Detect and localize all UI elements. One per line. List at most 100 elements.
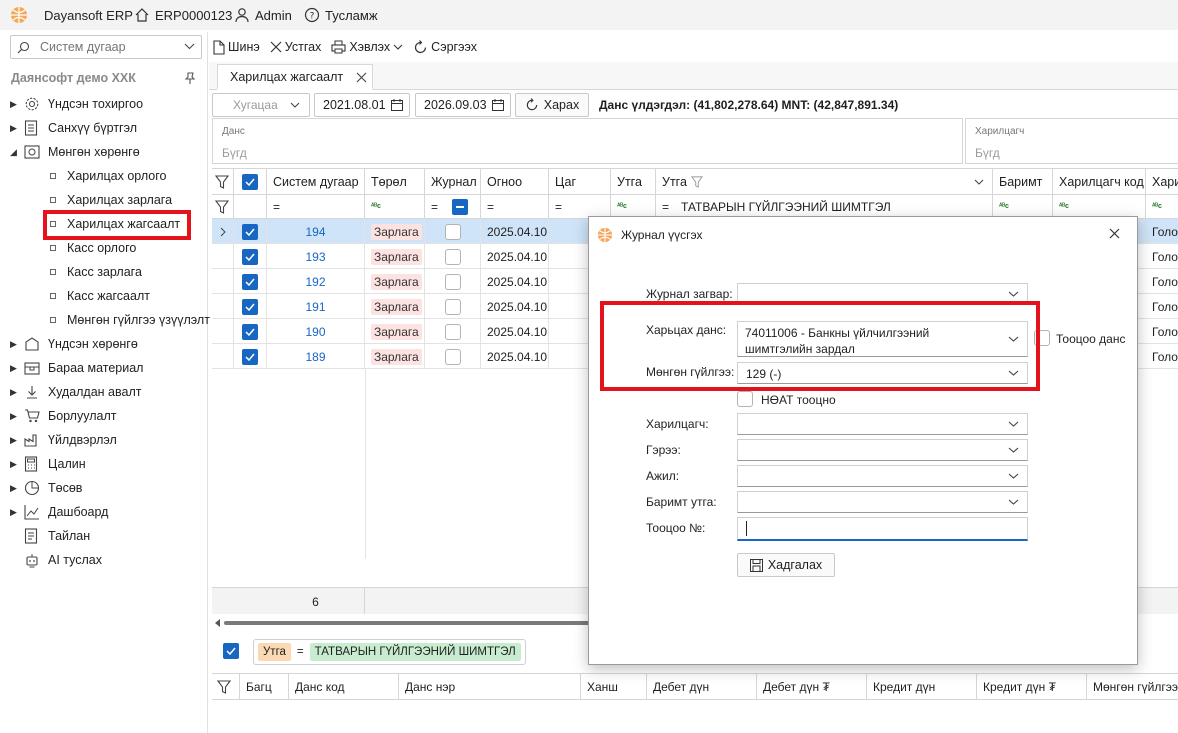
nav-cash-assets[interactable]: Мөнгөн хөрөнгө	[24, 140, 140, 164]
filter-row-toggle[interactable]	[212, 195, 234, 219]
col-customer[interactable]: Хари	[1146, 169, 1178, 195]
filter-customer[interactable]: ᴬᴮc	[1146, 195, 1178, 219]
expand-arrow[interactable]: ▶	[10, 92, 18, 116]
col-journal[interactable]: Журнал	[425, 169, 481, 195]
filter-enabled-checkbox[interactable]	[223, 643, 239, 659]
calc-number-input[interactable]	[737, 517, 1028, 541]
customer-select[interactable]	[737, 413, 1028, 435]
customer-filter[interactable]: Харилцагч Бүгд	[965, 118, 1178, 164]
save-button[interactable]: Хадгалах	[737, 553, 835, 577]
nav-cash-flow-indicator[interactable]: Мөнгөн гүйлгээ үзүүлэлт	[50, 308, 210, 332]
close-dialog-icon[interactable]	[1109, 228, 1120, 239]
nav-bank-expense[interactable]: Харилцах зарлага	[50, 188, 172, 212]
indeterminate-checkbox[interactable]	[452, 198, 469, 215]
expand-arrow[interactable]: ▶	[10, 428, 18, 452]
expand-arrow[interactable]: ▶	[10, 380, 18, 404]
row-checkbox[interactable]	[234, 269, 267, 294]
system-number-link[interactable]: 192	[267, 269, 365, 294]
row-checkbox[interactable]	[234, 294, 267, 319]
nav-ai-assistant[interactable]: AI туслах	[24, 548, 102, 572]
print-button[interactable]: Хэвлэх	[327, 35, 407, 59]
db-selector[interactable]: ERP0000123	[134, 0, 232, 30]
select-all-checkbox[interactable]	[234, 169, 267, 195]
nav-reports[interactable]: Тайлан	[24, 524, 90, 548]
col-type[interactable]: Төрөл	[365, 169, 425, 195]
close-tab-icon[interactable]	[356, 72, 367, 83]
nav-production[interactable]: Үйлдвэрлэл	[24, 428, 117, 452]
delete-button[interactable]: Устгах	[266, 35, 326, 59]
tab-bank-list[interactable]: Харилцах жагсаалт	[217, 64, 373, 90]
journal-checkbox[interactable]	[425, 319, 481, 344]
filter-system-number[interactable]: =	[267, 195, 365, 219]
date-from-input[interactable]: 2021.08.01	[314, 93, 410, 117]
col-document[interactable]: Баримт	[993, 169, 1053, 195]
expand-arrow[interactable]: ▶	[10, 452, 18, 476]
filter-journal[interactable]: =	[425, 195, 481, 219]
search-input[interactable]	[40, 40, 175, 54]
system-number-search[interactable]	[10, 35, 202, 59]
system-number-link[interactable]: 191	[267, 294, 365, 319]
col-debit-mnt[interactable]: Дебет дүн ₮	[756, 674, 866, 700]
col-credit-mnt[interactable]: Кредит дүн ₮	[976, 674, 1086, 700]
col-account-name[interactable]: Данс нэр	[398, 674, 580, 700]
journal-checkbox[interactable]	[425, 269, 481, 294]
system-number-link[interactable]: 190	[267, 319, 365, 344]
nav-purchase[interactable]: Худалдан авалт	[24, 380, 141, 404]
funnel-icon[interactable]	[217, 680, 231, 694]
expand-arrow[interactable]: ▶	[10, 356, 18, 380]
row-checkbox[interactable]	[234, 244, 267, 269]
nav-budget[interactable]: Төсөв	[24, 476, 82, 500]
expand-arrow[interactable]: ▶	[10, 404, 18, 428]
journal-checkbox[interactable]	[425, 219, 481, 244]
expand-arrow[interactable]: ▶	[10, 116, 18, 140]
journal-checkbox[interactable]	[425, 344, 481, 369]
row-checkbox[interactable]	[234, 319, 267, 344]
journal-checkbox[interactable]	[425, 294, 481, 319]
calendar-icon[interactable]	[492, 99, 504, 111]
expand-arrow[interactable]: ▶	[10, 500, 18, 524]
filter-toggle[interactable]	[212, 169, 234, 195]
journal-checkbox[interactable]	[425, 244, 481, 269]
row-checkbox[interactable]	[234, 344, 267, 369]
period-select[interactable]: Хугацаа	[212, 93, 310, 117]
row-checkbox[interactable]	[234, 219, 267, 244]
col-description[interactable]: Утга	[656, 169, 993, 195]
col-batch[interactable]: Багц	[239, 674, 293, 700]
new-button[interactable]: Шинэ	[209, 35, 264, 59]
nav-sales[interactable]: Борлуулалт	[24, 404, 116, 428]
system-number-link[interactable]: 194	[267, 219, 365, 244]
nav-bank-income[interactable]: Харилцах орлого	[50, 164, 166, 188]
nav-payroll[interactable]: Цалин	[24, 452, 86, 476]
pin-icon[interactable]	[184, 72, 196, 85]
calendar-icon[interactable]	[391, 99, 403, 111]
expand-arrow[interactable]: ▶	[10, 476, 18, 500]
nav-cash-expense[interactable]: Касс зарлага	[50, 260, 142, 284]
system-number-link[interactable]: 193	[267, 244, 365, 269]
col-account-code[interactable]: Данс код	[288, 674, 398, 700]
nav-dashboard[interactable]: Дашбоард	[24, 500, 108, 524]
account-filter[interactable]: Данс Бүгд	[212, 118, 963, 164]
collapse-arrow[interactable]: ◢	[10, 140, 18, 164]
scroll-left-icon[interactable]	[215, 619, 221, 627]
nav-basic-settings[interactable]: Үндсэн тохиргоо	[24, 92, 143, 116]
job-select[interactable]	[737, 465, 1028, 487]
help-button[interactable]: ? Тусламж	[304, 0, 378, 30]
document-select[interactable]	[737, 491, 1028, 513]
col-system-number[interactable]: Систем дугаар	[267, 169, 365, 195]
filter-chip[interactable]: Утга = ТАТВАРЫН ГҮЙЛГЭЭНИЙ ШИМТГЭЛ	[253, 639, 526, 665]
col-debit[interactable]: Дебет дүн	[646, 674, 756, 700]
vat-checkbox[interactable]	[737, 391, 753, 407]
nav-fixed-assets[interactable]: Үндсэн хөрөнгө	[24, 332, 138, 356]
view-button[interactable]: Харах	[515, 93, 589, 117]
col-customer-code[interactable]: Харилцагч код	[1053, 169, 1146, 195]
filter-type[interactable]: ᴬᴮc	[365, 195, 425, 219]
scrollbar-thumb[interactable]	[224, 621, 604, 625]
system-number-link[interactable]: 189	[267, 344, 365, 369]
nav-finance-records[interactable]: Санхүү бүртгэл	[24, 116, 137, 140]
filter-date[interactable]: =	[481, 195, 549, 219]
col-credit[interactable]: Кредит дүн	[866, 674, 976, 700]
col-time[interactable]: Цаг	[549, 169, 611, 195]
expand-arrow[interactable]: ▶	[10, 332, 18, 356]
date-to-input[interactable]: 2026.09.03	[415, 93, 511, 117]
nav-cash-list[interactable]: Касс жагсаалт	[50, 284, 150, 308]
